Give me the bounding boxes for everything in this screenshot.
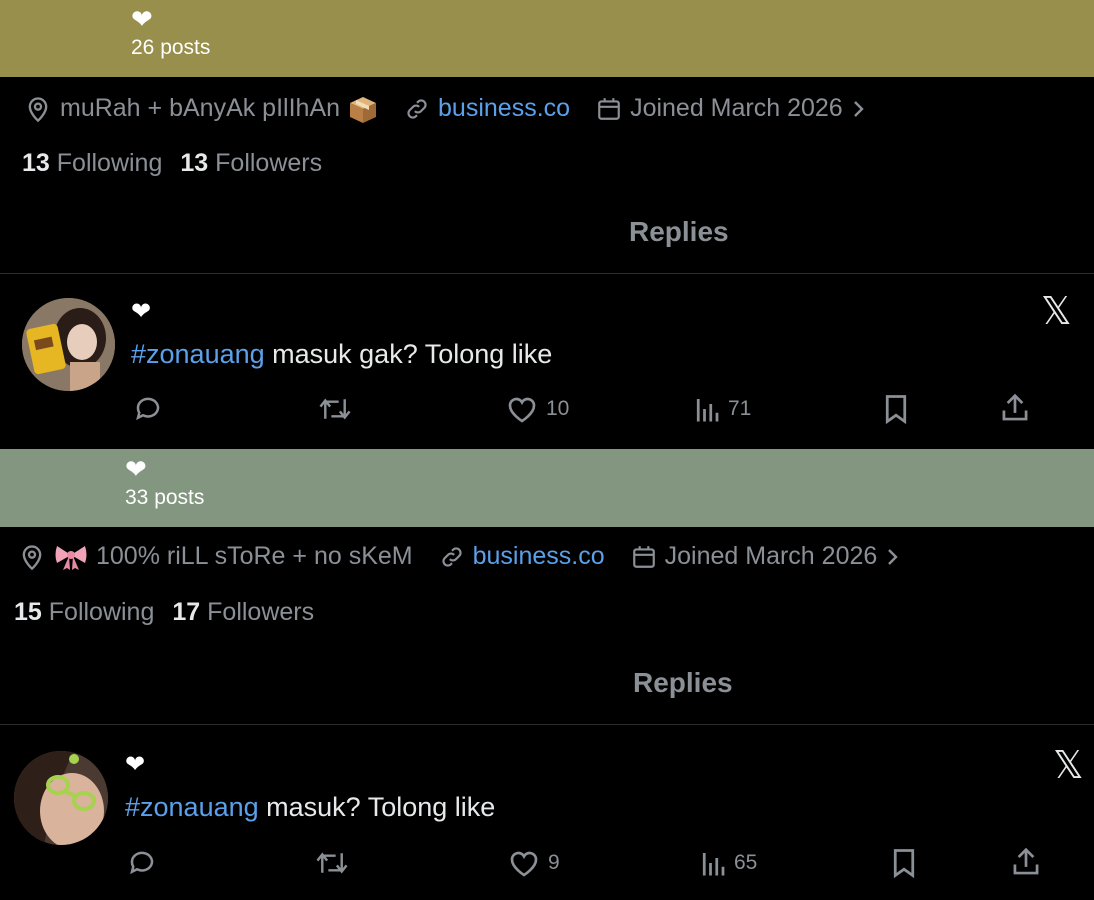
reply-icon: [136, 397, 160, 421]
like-count: 10: [546, 397, 570, 420]
reply-button[interactable]: [133, 394, 163, 424]
calendar-icon: [596, 96, 622, 122]
joined-date: Joined March 2026: [664, 542, 878, 570]
link-icon: [404, 96, 430, 122]
views-count: 71: [728, 397, 752, 420]
calendar-icon: [631, 544, 657, 570]
share-button[interactable]: [1000, 392, 1030, 424]
post-count: 26 posts: [131, 36, 211, 59]
location-pin-icon: [24, 95, 52, 123]
divider: [0, 273, 1094, 274]
profile-banner: ❤ 33 posts: [0, 449, 1094, 527]
followers-count: 13: [180, 149, 209, 177]
tweet-text: #zonauang masuk? Tolong like: [125, 792, 495, 823]
followers-label: Followers: [207, 598, 315, 626]
retweet-button[interactable]: [318, 394, 352, 424]
x-logo-icon: 𝕏: [1053, 743, 1084, 787]
followers-link[interactable]: 17 Followers: [172, 598, 314, 626]
following-link[interactable]: 13 Following: [22, 149, 162, 177]
chevron-right-icon[interactable]: [885, 546, 901, 568]
following-count: 13: [22, 149, 50, 177]
share-button[interactable]: [1011, 846, 1041, 878]
package-emoji-icon: [348, 95, 378, 123]
followers-label: Followers: [215, 149, 323, 177]
reply-icon: [130, 851, 154, 875]
views-count: 65: [734, 851, 758, 874]
like-icon: [508, 397, 536, 423]
website-link[interactable]: business.co: [473, 542, 605, 571]
views-button[interactable]: 65: [700, 848, 757, 878]
avatar[interactable]: [14, 751, 108, 845]
post-count: 33 posts: [125, 486, 205, 509]
joined-date: Joined March 2026: [630, 94, 843, 122]
share-icon: [1013, 847, 1039, 875]
retweet-button[interactable]: [315, 848, 349, 878]
views-button[interactable]: 71: [694, 394, 751, 424]
retweet-icon: [319, 398, 351, 420]
bookmark-button[interactable]: [883, 394, 909, 424]
following-count: 15: [14, 598, 42, 626]
following-link[interactable]: 15 Following: [14, 598, 154, 626]
like-button[interactable]: 10: [506, 394, 569, 424]
location-text: muRah + bAnyAk pIlIhAn: [60, 94, 341, 122]
bookmark-button[interactable]: [891, 848, 917, 878]
chevron-right-icon[interactable]: [851, 98, 867, 120]
views-icon: [696, 399, 719, 422]
heart-icon: ❤: [131, 4, 153, 34]
website-link[interactable]: business.co: [438, 94, 570, 123]
hashtag-link[interactable]: #zonauang: [131, 339, 265, 369]
location-pin-icon: [18, 543, 46, 571]
heart-icon: ❤: [125, 751, 146, 778]
tweet-text: #zonauang masuk gak? Tolong like: [131, 339, 552, 370]
share-icon: [1002, 393, 1028, 421]
heart-icon: ❤: [131, 298, 152, 325]
follow-stats: 13 Following 13 Followers: [22, 149, 322, 178]
divider: [0, 724, 1094, 725]
tweet-body: masuk? Tolong like: [258, 792, 496, 822]
followers-count: 17: [172, 598, 201, 626]
reply-button[interactable]: [127, 848, 157, 878]
ribbon-emoji-icon: [54, 543, 88, 571]
tab-replies[interactable]: Replies: [633, 667, 733, 699]
profile-meta-row: muRah + bAnyAk pIlIhAn business.co Joine…: [24, 94, 875, 123]
like-count: 9: [548, 851, 560, 874]
views-icon: [702, 853, 725, 876]
tweet-body: masuk gak? Tolong like: [264, 339, 553, 369]
link-icon: [439, 544, 465, 570]
like-icon: [510, 851, 538, 877]
tab-replies[interactable]: Replies: [629, 216, 729, 248]
avatar[interactable]: [22, 298, 115, 391]
heart-icon: ❤: [125, 454, 147, 484]
hashtag-link[interactable]: #zonauang: [125, 792, 259, 822]
bookmark-icon: [885, 395, 907, 424]
location-text: 100% riLL sToRe + no sKeM: [96, 542, 413, 570]
following-label: Following: [48, 598, 155, 626]
x-logo-icon: 𝕏: [1041, 289, 1072, 333]
follow-stats: 15 Following 17 Followers: [14, 598, 314, 627]
following-label: Following: [56, 149, 163, 177]
bookmark-icon: [893, 849, 915, 878]
followers-link[interactable]: 13 Followers: [180, 149, 322, 177]
like-button[interactable]: 9: [508, 848, 560, 878]
profile-meta-row: 100% riLL sToRe + no sKeM business.co Jo…: [18, 542, 909, 571]
profile-banner: ❤ 26 posts: [0, 0, 1094, 77]
retweet-icon: [316, 852, 348, 874]
